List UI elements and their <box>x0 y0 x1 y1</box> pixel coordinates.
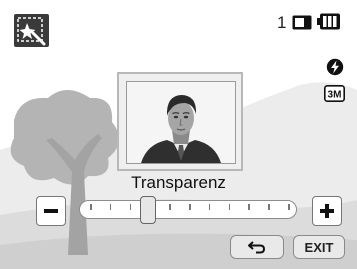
plus-icon <box>320 204 334 218</box>
magic-frame-icon[interactable] <box>14 14 49 47</box>
slider-thumb[interactable] <box>140 196 157 224</box>
slider-tick <box>288 204 290 210</box>
minus-icon <box>44 209 58 213</box>
slider-tick <box>228 204 231 210</box>
shots-remaining: 1 <box>277 13 287 32</box>
memory-card-icon <box>292 15 312 35</box>
battery-full-icon <box>317 13 341 35</box>
slider-tick <box>129 204 132 210</box>
decrease-transparency-button[interactable] <box>36 196 66 226</box>
svg-text:3M: 3M <box>328 90 342 101</box>
flash-auto-icon <box>326 58 344 81</box>
increase-transparency-button[interactable] <box>312 196 342 226</box>
photo-frame <box>117 72 243 171</box>
slider-tick <box>189 204 191 210</box>
slider-tick <box>248 204 250 210</box>
back-arrow-icon <box>248 241 266 254</box>
slider-tick <box>169 204 171 210</box>
portrait-icon <box>126 81 236 164</box>
transparency-label: Transparenz <box>131 173 226 192</box>
back-button[interactable] <box>230 235 284 259</box>
slider-tick <box>208 204 211 210</box>
tree-foliage <box>10 90 120 185</box>
exit-button[interactable]: EXIT <box>293 235 345 259</box>
slider-tick <box>268 204 270 210</box>
camera-screen: 1 3M Transparenz EXIT <box>0 0 357 269</box>
slider-tick <box>109 204 112 210</box>
slider-tick <box>90 204 92 210</box>
transparency-slider[interactable] <box>79 200 297 219</box>
resolution-3m-icon: 3M <box>324 85 345 107</box>
